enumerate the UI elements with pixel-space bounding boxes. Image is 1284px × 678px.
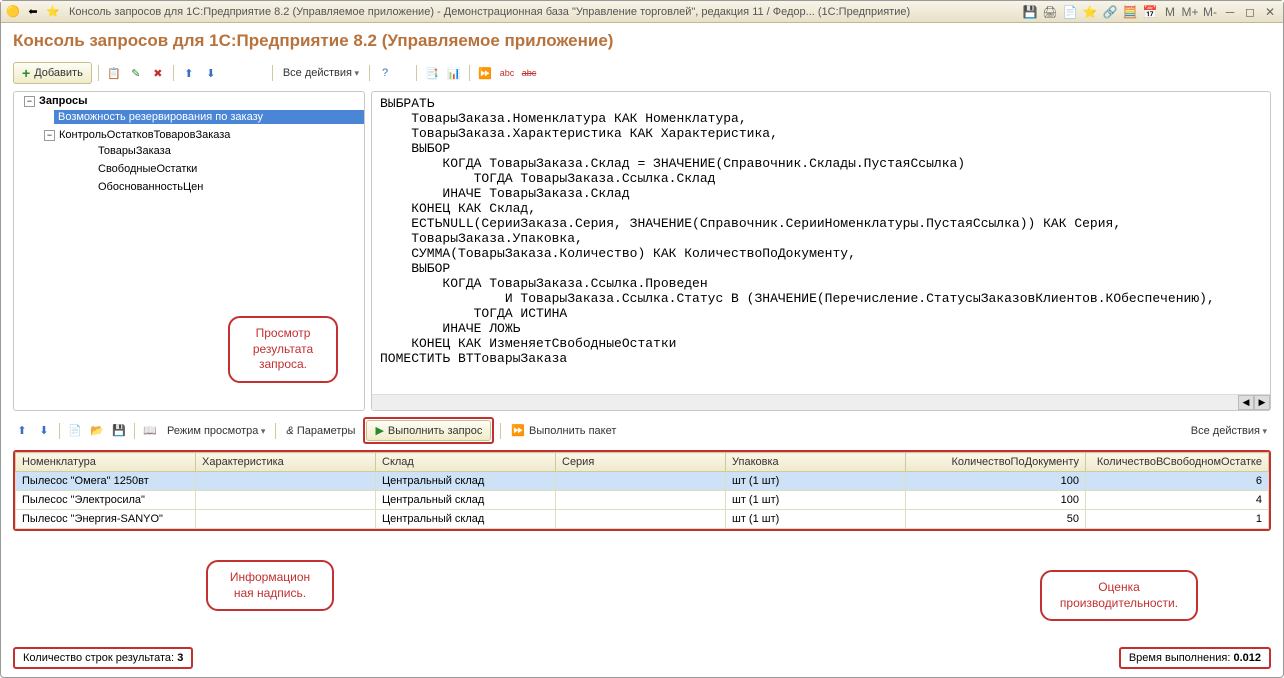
folder-open-icon[interactable]: 📂 <box>88 422 106 440</box>
params-link[interactable]: & Параметры <box>282 423 359 439</box>
tree-item-free[interactable]: СвободныеОстатки <box>94 162 364 176</box>
tree-item-goods[interactable]: ТоварыЗаказа <box>94 144 364 158</box>
help-icon[interactable]: ? <box>376 64 394 82</box>
page-title: Консоль запросов для 1С:Предприятие 8.2 … <box>13 31 1271 51</box>
delete-icon[interactable]: ✖ <box>149 64 167 82</box>
execute-query-button[interactable]: ▶ Выполнить запрос <box>366 420 491 441</box>
toolbar-result: ⬆ ⬇ 📄 📂 💾 📖 Режим просмотра & Параметры … <box>13 411 1271 448</box>
edit-icon[interactable]: ✎ <box>127 64 145 82</box>
all-actions-dropdown[interactable]: Все действия <box>279 65 363 81</box>
view-mode-dropdown[interactable]: Режим просмотра <box>163 423 269 439</box>
query-text[interactable]: ВЫБРАТЬ ТоварыЗаказа.Номенклатура КАК Но… <box>372 92 1270 394</box>
all-actions-result-dropdown[interactable]: Все действия <box>1187 423 1271 439</box>
view-icon[interactable]: 📖 <box>141 422 159 440</box>
add-button[interactable]: + Добавить <box>13 62 92 84</box>
col-package[interactable]: Упаковка <box>726 453 906 472</box>
tree-item-control[interactable]: − КонтрольОстатковТоваровЗаказа <box>40 128 364 142</box>
callout-result-view: Просмотр результата запроса. <box>228 316 338 383</box>
window-titlebar: 🟡 ⬅ ⭐ Консоль запросов для 1С:Предприяти… <box>1 1 1283 23</box>
exec-time-box: Время выполнения: 0.012 <box>1119 647 1271 669</box>
collapse-icon[interactable]: − <box>44 130 55 141</box>
col-qty-free[interactable]: КоличествоВСвободномОстатке <box>1086 453 1269 472</box>
col-qty-doc[interactable]: КоличествоПоДокументу <box>906 453 1086 472</box>
move-up-icon[interactable]: ⬆ <box>180 64 198 82</box>
maximize-icon[interactable]: ◻ <box>1241 4 1259 20</box>
m-icon[interactable]: M <box>1161 4 1179 20</box>
exec-query-highlight: ▶ Выполнить запрос <box>363 417 494 444</box>
col-warehouse[interactable]: Склад <box>376 453 556 472</box>
link-icon[interactable]: 🔗 <box>1101 4 1119 20</box>
play-icon: ▶ <box>375 424 383 437</box>
table-row[interactable]: Пылесос "Энергия-SANYO"Центральный склад… <box>16 510 1269 529</box>
save-icon[interactable]: 💾 <box>1021 4 1039 20</box>
list-icon[interactable]: 📄 <box>66 422 84 440</box>
rows-count-box: Количество строк результата: 3 <box>13 647 193 669</box>
tool-icon-5[interactable]: abc <box>520 64 538 82</box>
close-icon[interactable]: ✕ <box>1261 4 1279 20</box>
minimize-icon[interactable]: ─ <box>1221 4 1239 20</box>
query-editor-panel: ВЫБРАТЬ ТоварыЗаказа.Номенклатура КАК Но… <box>371 91 1271 411</box>
table-row[interactable]: Пылесос "Омега" 1250втЦентральный складш… <box>16 472 1269 491</box>
calendar-icon[interactable]: 📅 <box>1141 4 1159 20</box>
tool-icon-2[interactable]: 📊 <box>445 64 463 82</box>
col-series[interactable]: Серия <box>556 453 726 472</box>
print-icon[interactable]: 🖨 <box>1041 4 1059 20</box>
tool-icon-3[interactable]: ⏩ <box>476 64 494 82</box>
calc-icon[interactable]: 🧮 <box>1121 4 1139 20</box>
fast-forward-icon: ⏩ <box>511 424 525 437</box>
tool-icon-4[interactable]: abc <box>498 64 516 82</box>
table-row[interactable]: Пылесос "Электросила"Центральный складшт… <box>16 491 1269 510</box>
star-icon[interactable]: ⭐ <box>45 4 61 20</box>
copy-icon[interactable]: 📋 <box>105 64 123 82</box>
execute-batch-button[interactable]: ⏩ Выполнить пакет <box>507 422 620 439</box>
horizontal-scrollbar[interactable]: ◀ ▶ <box>372 394 1270 410</box>
disk-icon[interactable]: 💾 <box>110 422 128 440</box>
callout-performance: Оценка производительности. <box>1040 570 1198 621</box>
doc-icon[interactable]: 📄 <box>1061 4 1079 20</box>
callout-info-label: Информацион ная надпись. <box>206 560 334 611</box>
tree-item-reserv[interactable]: Возможность резервирования по заказу <box>54 110 364 124</box>
result-table[interactable]: Номенклатура Характеристика Склад Серия … <box>15 452 1269 529</box>
plus-icon: + <box>22 65 30 81</box>
status-bar: Количество строк результата: 3 Время вып… <box>13 641 1271 669</box>
window-title: Консоль запросов для 1С:Предприятие 8.2 … <box>61 6 1021 18</box>
tree-item-price[interactable]: ОбоснованностьЦен <box>94 180 364 194</box>
result-table-area: Номенклатура Характеристика Склад Серия … <box>13 450 1271 531</box>
collapse-icon[interactable]: − <box>24 96 35 107</box>
scroll-right-icon[interactable]: ▶ <box>1254 395 1270 410</box>
tree-root[interactable]: − Запросы <box>20 94 364 108</box>
tool-icon-1[interactable]: 📑 <box>423 64 441 82</box>
nav-back-icon[interactable]: ⬅ <box>25 4 41 20</box>
arrow-up-icon[interactable]: ⬆ <box>13 422 31 440</box>
col-nomenclature[interactable]: Номенклатура <box>16 453 196 472</box>
fav-icon[interactable]: ⭐ <box>1081 4 1099 20</box>
col-characteristic[interactable]: Характеристика <box>196 453 376 472</box>
toolbar-top: + Добавить 📋 ✎ ✖ ⬆ ⬇ Все действия ? 📑 📊 … <box>13 59 1271 87</box>
scroll-left-icon[interactable]: ◀ <box>1238 395 1254 410</box>
app-icon: 🟡 <box>5 4 21 20</box>
move-down-icon[interactable]: ⬇ <box>202 64 220 82</box>
arrow-down-icon[interactable]: ⬇ <box>35 422 53 440</box>
m-plus-icon[interactable]: M+ <box>1181 4 1199 20</box>
m-minus-icon[interactable]: M- <box>1201 4 1219 20</box>
